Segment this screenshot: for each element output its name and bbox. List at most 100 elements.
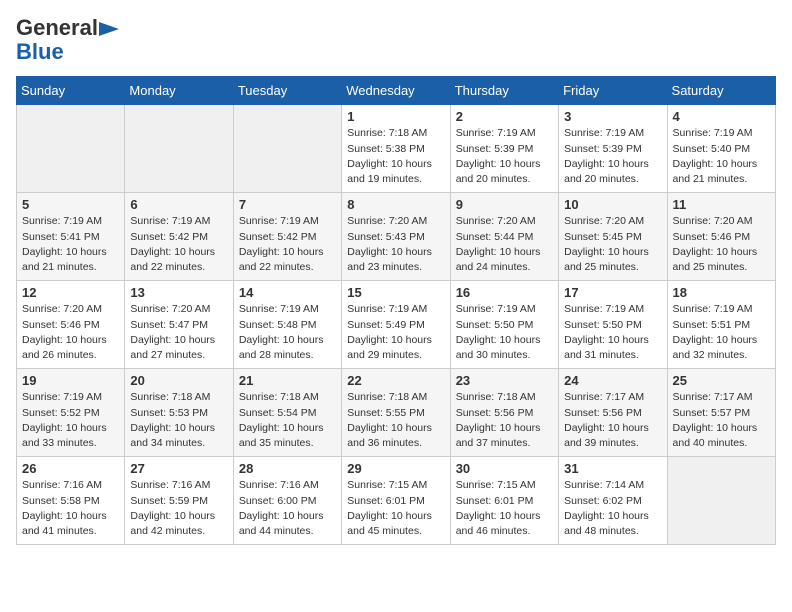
calendar-cell: 13Sunrise: 7:20 AM Sunset: 5:47 PM Dayli… bbox=[125, 281, 233, 369]
day-number: 18 bbox=[673, 285, 770, 300]
day-info: Sunrise: 7:18 AM Sunset: 5:54 PM Dayligh… bbox=[239, 390, 336, 451]
day-number: 7 bbox=[239, 197, 336, 212]
day-info: Sunrise: 7:16 AM Sunset: 5:58 PM Dayligh… bbox=[22, 478, 119, 539]
day-info: Sunrise: 7:19 AM Sunset: 5:48 PM Dayligh… bbox=[239, 302, 336, 363]
day-number: 8 bbox=[347, 197, 444, 212]
calendar-cell: 25 Sunrise: 7:17 AM Sunset: 5:57 PM Dayli… bbox=[667, 369, 775, 457]
day-number: 5 bbox=[22, 197, 119, 212]
calendar-cell: 3Sunrise: 7:19 AM Sunset: 5:39 PM Daylig… bbox=[559, 105, 667, 193]
calendar-body: 1 Sunrise: 7:18 AM Sunset: 5:38 PM Daylig… bbox=[17, 105, 776, 545]
day-info: Sunrise: 7:19 AM Sunset: 5:41 PM Dayligh… bbox=[22, 214, 119, 275]
calendar-cell bbox=[233, 105, 341, 193]
weekday-header-friday: Friday bbox=[559, 77, 667, 105]
calendar-cell: 19 Sunrise: 7:19 AM Sunset: 5:52 PM Dayli… bbox=[17, 369, 125, 457]
day-number: 28 bbox=[239, 461, 336, 476]
calendar-cell: 21 Sunrise: 7:18 AM Sunset: 5:54 PM Dayli… bbox=[233, 369, 341, 457]
weekday-header-tuesday: Tuesday bbox=[233, 77, 341, 105]
day-info: Sunrise: 7:20 AM Sunset: 5:43 PM Dayligh… bbox=[347, 214, 444, 275]
calendar-cell: 26Sunrise: 7:16 AM Sunset: 5:58 PM Dayli… bbox=[17, 457, 125, 545]
calendar-cell: 8 Sunrise: 7:20 AM Sunset: 5:43 PM Daylig… bbox=[342, 193, 450, 281]
day-number: 14 bbox=[239, 285, 336, 300]
day-number: 9 bbox=[456, 197, 553, 212]
logo-blue: Blue bbox=[16, 39, 64, 64]
calendar-cell: 28 Sunrise: 7:16 AM Sunset: 6:00 PM Dayli… bbox=[233, 457, 341, 545]
day-number: 24 bbox=[564, 373, 661, 388]
day-info: Sunrise: 7:19 AM Sunset: 5:52 PM Dayligh… bbox=[22, 390, 119, 451]
day-number: 10 bbox=[564, 197, 661, 212]
day-info: Sunrise: 7:15 AM Sunset: 6:01 PM Dayligh… bbox=[347, 478, 444, 539]
day-number: 30 bbox=[456, 461, 553, 476]
day-number: 23 bbox=[456, 373, 553, 388]
calendar-cell: 16Sunrise: 7:19 AM Sunset: 5:50 PM Dayli… bbox=[450, 281, 558, 369]
day-number: 1 bbox=[347, 109, 444, 124]
calendar-week-row: 5 Sunrise: 7:19 AM Sunset: 5:41 PM Daylig… bbox=[17, 193, 776, 281]
calendar-cell: 11 Sunrise: 7:20 AM Sunset: 5:46 PM Dayli… bbox=[667, 193, 775, 281]
calendar-cell bbox=[17, 105, 125, 193]
calendar-cell: 2 Sunrise: 7:19 AM Sunset: 5:39 PM Daylig… bbox=[450, 105, 558, 193]
calendar-cell: 29Sunrise: 7:15 AM Sunset: 6:01 PM Dayli… bbox=[342, 457, 450, 545]
weekday-header-saturday: Saturday bbox=[667, 77, 775, 105]
day-number: 6 bbox=[130, 197, 227, 212]
calendar-cell: 7 Sunrise: 7:19 AM Sunset: 5:42 PM Daylig… bbox=[233, 193, 341, 281]
day-info: Sunrise: 7:18 AM Sunset: 5:53 PM Dayligh… bbox=[130, 390, 227, 451]
day-info: Sunrise: 7:18 AM Sunset: 5:38 PM Dayligh… bbox=[347, 126, 444, 187]
calendar-cell: 18Sunrise: 7:19 AM Sunset: 5:51 PM Dayli… bbox=[667, 281, 775, 369]
calendar-cell: 12 Sunrise: 7:20 AM Sunset: 5:46 PM Dayli… bbox=[17, 281, 125, 369]
day-number: 4 bbox=[673, 109, 770, 124]
calendar-cell: 1 Sunrise: 7:18 AM Sunset: 5:38 PM Daylig… bbox=[342, 105, 450, 193]
weekday-header-row: SundayMondayTuesdayWednesdayThursdayFrid… bbox=[17, 77, 776, 105]
day-info: Sunrise: 7:19 AM Sunset: 5:50 PM Dayligh… bbox=[564, 302, 661, 363]
day-number: 25 bbox=[673, 373, 770, 388]
logo-text: GeneralBlue bbox=[16, 16, 119, 64]
day-number: 31 bbox=[564, 461, 661, 476]
calendar-cell: 22Sunrise: 7:18 AM Sunset: 5:55 PM Dayli… bbox=[342, 369, 450, 457]
calendar-cell: 20 Sunrise: 7:18 AM Sunset: 5:53 PM Dayli… bbox=[125, 369, 233, 457]
day-number: 19 bbox=[22, 373, 119, 388]
weekday-header-wednesday: Wednesday bbox=[342, 77, 450, 105]
calendar-cell: 4Sunrise: 7:19 AM Sunset: 5:40 PM Daylig… bbox=[667, 105, 775, 193]
day-number: 12 bbox=[22, 285, 119, 300]
day-info: Sunrise: 7:17 AM Sunset: 5:57 PM Dayligh… bbox=[673, 390, 770, 451]
calendar-cell: 17Sunrise: 7:19 AM Sunset: 5:50 PM Dayli… bbox=[559, 281, 667, 369]
day-number: 11 bbox=[673, 197, 770, 212]
day-info: Sunrise: 7:20 AM Sunset: 5:47 PM Dayligh… bbox=[130, 302, 227, 363]
calendar-cell: 27 Sunrise: 7:16 AM Sunset: 5:59 PM Dayli… bbox=[125, 457, 233, 545]
day-info: Sunrise: 7:19 AM Sunset: 5:49 PM Dayligh… bbox=[347, 302, 444, 363]
day-info: Sunrise: 7:20 AM Sunset: 5:46 PM Dayligh… bbox=[22, 302, 119, 363]
calendar-week-row: 19 Sunrise: 7:19 AM Sunset: 5:52 PM Dayli… bbox=[17, 369, 776, 457]
calendar-cell bbox=[667, 457, 775, 545]
calendar-cell: 6Sunrise: 7:19 AM Sunset: 5:42 PM Daylig… bbox=[125, 193, 233, 281]
day-info: Sunrise: 7:15 AM Sunset: 6:01 PM Dayligh… bbox=[456, 478, 553, 539]
day-number: 21 bbox=[239, 373, 336, 388]
day-number: 20 bbox=[130, 373, 227, 388]
day-info: Sunrise: 7:20 AM Sunset: 5:44 PM Dayligh… bbox=[456, 214, 553, 275]
day-info: Sunrise: 7:16 AM Sunset: 5:59 PM Dayligh… bbox=[130, 478, 227, 539]
calendar-cell: 31 Sunrise: 7:14 AM Sunset: 6:02 PM Dayli… bbox=[559, 457, 667, 545]
weekday-header-thursday: Thursday bbox=[450, 77, 558, 105]
calendar-cell: 5 Sunrise: 7:19 AM Sunset: 5:41 PM Daylig… bbox=[17, 193, 125, 281]
calendar-cell: 9 Sunrise: 7:20 AM Sunset: 5:44 PM Daylig… bbox=[450, 193, 558, 281]
calendar-cell: 10 Sunrise: 7:20 AM Sunset: 5:45 PM Dayli… bbox=[559, 193, 667, 281]
weekday-header-sunday: Sunday bbox=[17, 77, 125, 105]
day-info: Sunrise: 7:17 AM Sunset: 5:56 PM Dayligh… bbox=[564, 390, 661, 451]
day-info: Sunrise: 7:18 AM Sunset: 5:56 PM Dayligh… bbox=[456, 390, 553, 451]
day-number: 27 bbox=[130, 461, 227, 476]
day-info: Sunrise: 7:16 AM Sunset: 6:00 PM Dayligh… bbox=[239, 478, 336, 539]
day-info: Sunrise: 7:20 AM Sunset: 5:46 PM Dayligh… bbox=[673, 214, 770, 275]
logo: GeneralBlue bbox=[16, 16, 119, 64]
day-info: Sunrise: 7:14 AM Sunset: 6:02 PM Dayligh… bbox=[564, 478, 661, 539]
calendar-cell bbox=[125, 105, 233, 193]
day-info: Sunrise: 7:19 AM Sunset: 5:42 PM Dayligh… bbox=[239, 214, 336, 275]
calendar-cell: 23 Sunrise: 7:18 AM Sunset: 5:56 PM Dayli… bbox=[450, 369, 558, 457]
day-info: Sunrise: 7:19 AM Sunset: 5:50 PM Dayligh… bbox=[456, 302, 553, 363]
day-info: Sunrise: 7:20 AM Sunset: 5:45 PM Dayligh… bbox=[564, 214, 661, 275]
calendar-cell: 24 Sunrise: 7:17 AM Sunset: 5:56 PM Dayli… bbox=[559, 369, 667, 457]
day-info: Sunrise: 7:18 AM Sunset: 5:55 PM Dayligh… bbox=[347, 390, 444, 451]
calendar-cell: 14 Sunrise: 7:19 AM Sunset: 5:48 PM Dayli… bbox=[233, 281, 341, 369]
calendar-week-row: 12 Sunrise: 7:20 AM Sunset: 5:46 PM Dayli… bbox=[17, 281, 776, 369]
page-header: GeneralBlue bbox=[16, 16, 776, 64]
calendar-table: SundayMondayTuesdayWednesdayThursdayFrid… bbox=[16, 76, 776, 545]
day-info: Sunrise: 7:19 AM Sunset: 5:39 PM Dayligh… bbox=[456, 126, 553, 187]
calendar-week-row: 26Sunrise: 7:16 AM Sunset: 5:58 PM Dayli… bbox=[17, 457, 776, 545]
day-number: 2 bbox=[456, 109, 553, 124]
